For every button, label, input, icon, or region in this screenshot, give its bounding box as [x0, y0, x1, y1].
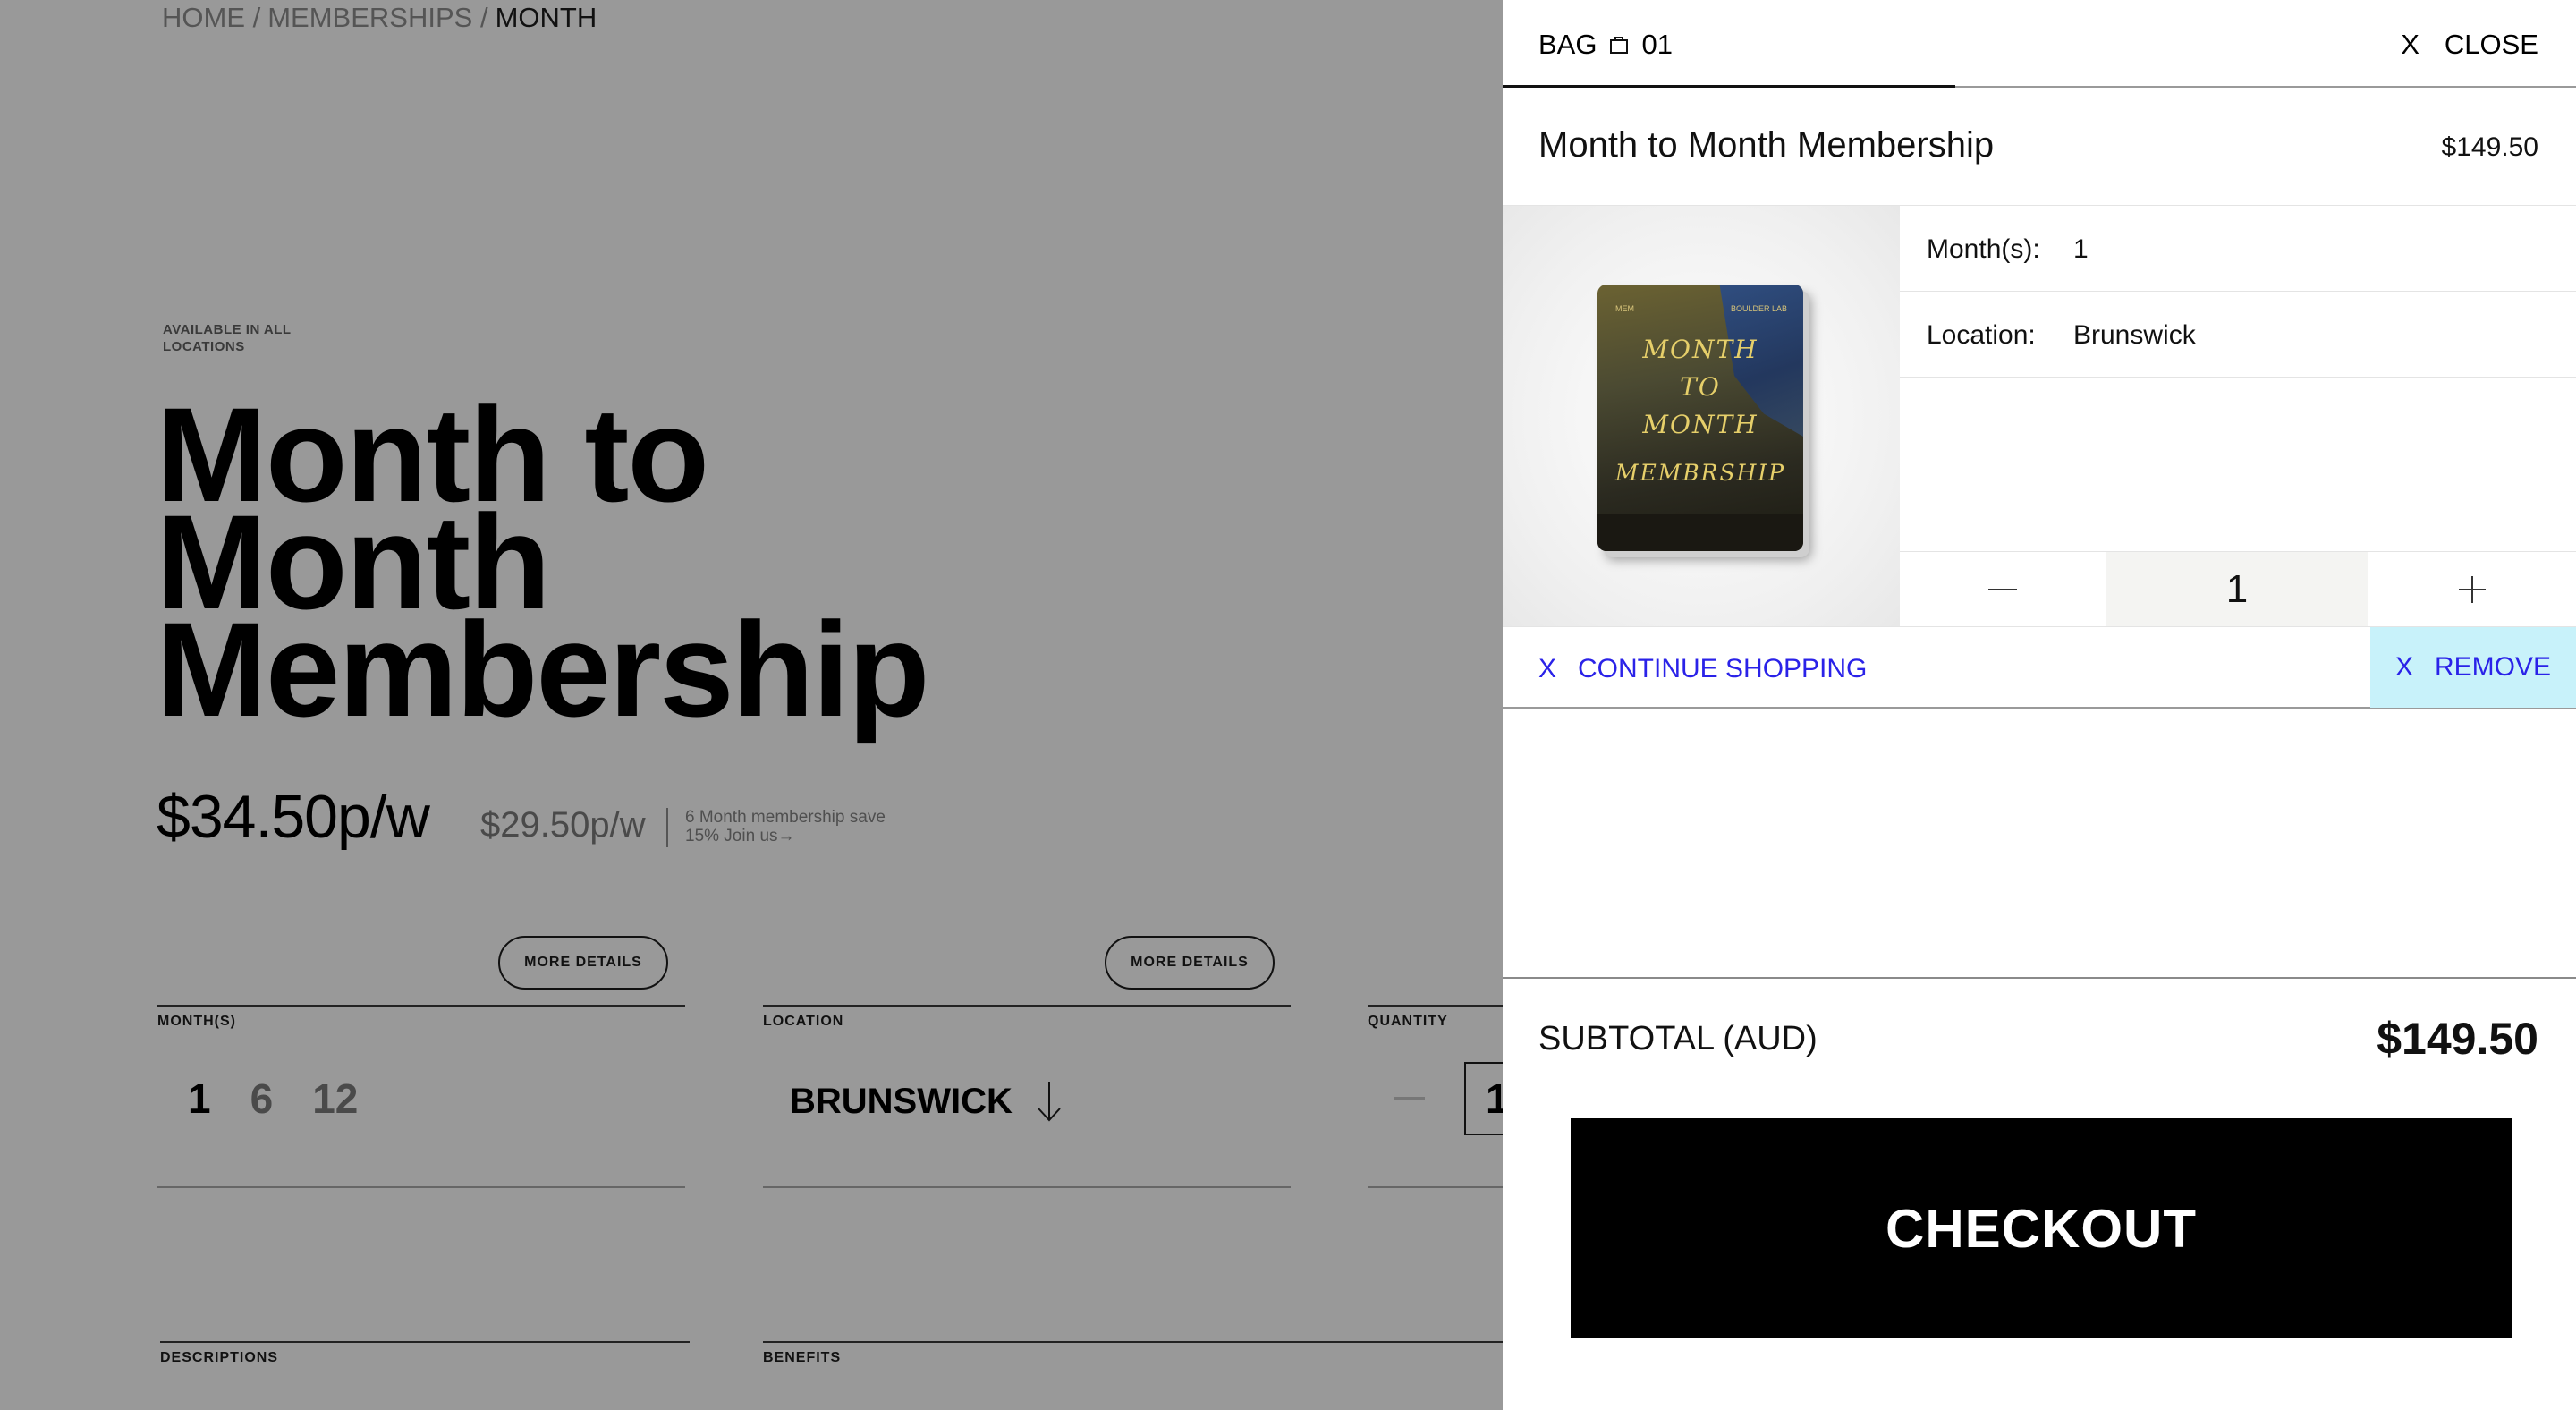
cart-item-details: Month(s): 1 Location: Brunswick 1	[1900, 206, 2576, 627]
quantity-stepper: 1	[1900, 551, 2576, 627]
product-price: $34.50p/w	[157, 783, 430, 851]
product-title-line-3: Membership	[156, 594, 930, 744]
checkout-button[interactable]: CHECKOUT	[1571, 1118, 2512, 1338]
cart-drawer: BAG 01 X CLOSE Month to Month Membership…	[1503, 0, 2576, 1410]
location-label: LOCATION	[763, 1014, 844, 1029]
remove-item-button[interactable]: X REMOVE	[2370, 627, 2576, 708]
breadcrumb-memberships[interactable]: MEMBERSHIPS /	[267, 2, 487, 34]
months-selector: MONTH(S) 1 6 12	[157, 1005, 685, 1188]
close-label: CLOSE	[2444, 29, 2538, 60]
quantity-minus-icon[interactable]	[1394, 1097, 1425, 1100]
detail-row-months: Month(s): 1	[1900, 206, 2576, 292]
bag-indicator: BAG 01	[1538, 29, 1673, 61]
detail-row-location: Location: Brunswick	[1900, 292, 2576, 378]
month-option-6[interactable]: 6	[250, 1074, 274, 1123]
increase-quantity-button[interactable]	[2368, 552, 2576, 627]
breadcrumb: HOME / MEMBERSHIPS / MONTH	[162, 2, 597, 34]
price-note-link[interactable]: 6 Month membership save 15% Join us→	[685, 808, 918, 845]
month-option-1[interactable]: 1	[188, 1074, 211, 1123]
cart-item-name: Month to Month Membership	[1538, 125, 1995, 165]
availability-note: AVAILABLE IN ALL LOCATIONS	[163, 322, 292, 354]
cart-item-thumbnail: MEM BOULDER LAB MONTH TO MONTH MEMBRSHIP	[1503, 206, 1900, 626]
bag-count: 01	[1641, 29, 1673, 60]
close-icon: X	[2401, 29, 2419, 60]
cart-quantity-value[interactable]: 1	[2106, 552, 2368, 627]
quantity-input[interactable]: 1	[1464, 1062, 1503, 1135]
minus-icon	[1988, 589, 2017, 590]
benefits-section-label: BENEFITS	[763, 1341, 1503, 1366]
subtotal-label: SUBTOTAL (AUD)	[1538, 1020, 1818, 1058]
product-page: HOME / MEMBERSHIPS / MONTH AVAILABLE IN …	[0, 0, 1503, 1410]
cart-item-price: $149.50	[2441, 132, 2538, 162]
breadcrumb-home[interactable]: HOME /	[162, 2, 260, 34]
decrease-quantity-button[interactable]	[1900, 552, 2106, 627]
card-top-left-text: MEM	[1615, 304, 1634, 313]
cart-item-header: Month to Month Membership $149.50	[1503, 88, 2576, 206]
descriptions-section-label: DESCRIPTIONS	[160, 1341, 690, 1366]
close-button[interactable]: X CLOSE	[2401, 29, 2538, 61]
price-divider	[666, 808, 668, 847]
continue-shopping-button[interactable]: X CONTINUE SHOPPING	[1538, 654, 1867, 684]
location-selector: LOCATION BRUNSWICK	[763, 1005, 1291, 1188]
quantity-label: QUANTITY	[1368, 1014, 1448, 1029]
continue-x-icon: X	[1538, 654, 1557, 684]
subtotal-value: $149.50	[2377, 1014, 2538, 1064]
remove-label: REMOVE	[2434, 652, 2552, 682]
card-subtitle: MEMBRSHIP	[1614, 460, 1786, 486]
location-value: BRUNSWICK	[790, 1081, 1013, 1121]
subtotal-divider	[1503, 977, 2576, 979]
months-options: 1 6 12	[188, 1074, 358, 1123]
location-dropdown[interactable]: BRUNSWICK	[790, 1080, 1063, 1123]
detail-location-value: Brunswick	[2073, 320, 2196, 350]
bag-icon	[1610, 37, 1629, 54]
cart-item-actions: X CONTINUE SHOPPING X REMOVE	[1503, 626, 2576, 709]
continue-shopping-label: CONTINUE SHOPPING	[1578, 654, 1868, 684]
quantity-selector: QUANTITY 1	[1368, 1005, 1503, 1188]
membership-card-image: MEM BOULDER LAB MONTH TO MONTH MEMBRSHIP	[1597, 285, 1803, 551]
months-label: MONTH(S)	[157, 1014, 236, 1029]
card-top-right-text: BOULDER LAB	[1730, 304, 1787, 313]
remove-x-icon: X	[2394, 652, 2413, 682]
month-option-12[interactable]: 12	[312, 1074, 358, 1123]
plus-icon	[2459, 576, 2486, 603]
detail-months-key: Month(s):	[1927, 234, 2040, 264]
product-title: Month to Month Membership	[156, 387, 1050, 736]
more-details-button-location[interactable]: MORE DETAILS	[1105, 936, 1275, 990]
more-details-button-months[interactable]: MORE DETAILS	[498, 936, 668, 990]
detail-location-key: Location:	[1927, 320, 2036, 350]
breadcrumb-current: MONTH	[495, 2, 597, 33]
detail-months-value: 1	[2073, 234, 2089, 264]
bag-label: BAG	[1538, 29, 1597, 60]
product-alt-price: $29.50p/w	[480, 805, 646, 845]
card-title: MONTH TO MONTH	[1642, 335, 1758, 439]
arrow-down-icon	[1038, 1082, 1061, 1122]
cart-header: BAG 01 X CLOSE	[1503, 0, 2576, 88]
